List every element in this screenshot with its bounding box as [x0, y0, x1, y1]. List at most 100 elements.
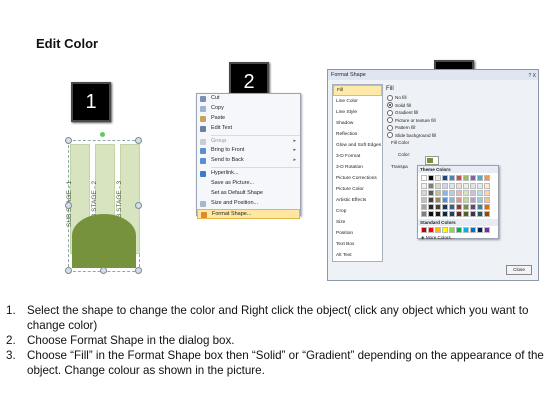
color-swatch[interactable] — [484, 204, 490, 210]
color-swatch[interactable] — [456, 197, 462, 203]
category-item[interactable]: Reflection — [333, 129, 382, 140]
menu-item-send-to-back[interactable]: Send to Back ▸ — [197, 156, 300, 166]
menu-item-edit-text[interactable]: Edit Text — [197, 124, 300, 134]
color-swatch[interactable] — [435, 190, 441, 196]
category-item[interactable]: Crop — [333, 206, 382, 217]
category-item[interactable]: Size — [333, 217, 382, 228]
color-swatch[interactable] — [484, 197, 490, 203]
category-fill[interactable]: Fill — [333, 85, 382, 96]
resize-handle[interactable] — [65, 202, 72, 209]
color-swatch[interactable] — [421, 211, 427, 217]
color-swatch[interactable] — [463, 190, 469, 196]
radio-solid-fill[interactable]: Solid fill — [384, 102, 534, 110]
color-swatch[interactable] — [442, 175, 448, 181]
radio-slide-background-fill[interactable]: Slide background fill — [384, 132, 534, 140]
color-swatch[interactable] — [477, 204, 483, 210]
color-swatch[interactable] — [449, 190, 455, 196]
color-swatch[interactable] — [435, 211, 441, 217]
color-swatch[interactable] — [428, 190, 434, 196]
color-swatch[interactable] — [421, 227, 427, 233]
radio-button[interactable] — [387, 124, 393, 131]
color-swatch[interactable] — [435, 204, 441, 210]
color-swatch[interactable] — [463, 183, 469, 189]
resize-handle[interactable] — [135, 202, 142, 209]
radio-no-fill[interactable]: No fill — [384, 94, 534, 102]
color-swatch[interactable] — [477, 211, 483, 217]
close-button[interactable]: Close — [506, 265, 532, 275]
menu-item-hyperlink[interactable]: Hyperlink... — [197, 169, 300, 179]
color-swatch[interactable] — [435, 227, 441, 233]
color-swatch[interactable] — [477, 175, 483, 181]
resize-handle[interactable] — [135, 267, 142, 274]
color-swatch[interactable] — [428, 197, 434, 203]
color-swatch[interactable] — [435, 183, 441, 189]
color-swatch[interactable] — [449, 211, 455, 217]
color-swatch[interactable] — [470, 211, 476, 217]
category-item[interactable]: Alt Text — [333, 250, 382, 261]
color-swatch[interactable] — [421, 204, 427, 210]
category-item[interactable]: Text Box — [333, 239, 382, 250]
color-swatch[interactable] — [428, 227, 434, 233]
menu-item-cut[interactable]: Cut — [197, 94, 300, 104]
color-swatch[interactable] — [442, 204, 448, 210]
resize-handle[interactable] — [65, 267, 72, 274]
category-item[interactable]: Picture Color — [333, 184, 382, 195]
color-swatch[interactable] — [449, 197, 455, 203]
color-swatch[interactable] — [463, 204, 469, 210]
color-swatch[interactable] — [442, 183, 448, 189]
category-item[interactable]: Line Color — [333, 96, 382, 107]
color-swatch[interactable] — [484, 175, 490, 181]
color-swatch[interactable] — [449, 227, 455, 233]
category-item[interactable]: Picture Corrections — [333, 173, 382, 184]
radio-pattern-fill[interactable]: Pattern fill — [384, 124, 534, 132]
color-swatch[interactable] — [449, 183, 455, 189]
menu-item-bring-to-front[interactable]: Bring to Front ▸ — [197, 146, 300, 156]
color-swatch[interactable] — [428, 183, 434, 189]
dialog-window-controls[interactable]: ? X — [528, 71, 536, 81]
category-item[interactable]: Shadow — [333, 118, 382, 129]
resize-handle[interactable] — [65, 137, 72, 144]
selected-shape[interactable]: SUB STAGE - 1 SUB STAGE - 2 SUB STAGE - … — [65, 132, 142, 274]
color-swatch[interactable] — [470, 190, 476, 196]
color-swatch[interactable] — [421, 183, 427, 189]
color-swatch[interactable] — [477, 197, 483, 203]
menu-item-copy[interactable]: Copy — [197, 104, 300, 114]
color-swatch[interactable] — [442, 190, 448, 196]
color-swatch[interactable] — [442, 197, 448, 203]
color-swatch[interactable] — [449, 204, 455, 210]
resize-handle[interactable] — [135, 137, 142, 144]
color-swatch[interactable] — [477, 227, 483, 233]
color-swatch[interactable] — [456, 175, 462, 181]
color-swatch[interactable] — [463, 227, 469, 233]
color-swatch[interactable] — [435, 175, 441, 181]
color-swatch[interactable] — [456, 190, 462, 196]
color-swatch[interactable] — [442, 211, 448, 217]
color-swatch[interactable] — [456, 183, 462, 189]
category-item[interactable]: Position — [333, 228, 382, 239]
radio-gradient-fill[interactable]: Gradient fill — [384, 109, 534, 117]
radio-button[interactable] — [387, 132, 393, 139]
color-swatch[interactable] — [428, 175, 434, 181]
color-swatch[interactable] — [456, 204, 462, 210]
color-swatch[interactable] — [484, 227, 490, 233]
color-swatch[interactable] — [463, 197, 469, 203]
category-item[interactable]: 3-D Rotation — [333, 162, 382, 173]
radio-button[interactable] — [387, 117, 393, 124]
resize-handle[interactable] — [100, 267, 107, 274]
color-swatch[interactable] — [463, 175, 469, 181]
color-swatch[interactable] — [456, 227, 462, 233]
color-swatch[interactable] — [421, 197, 427, 203]
menu-item-group[interactable]: Group ▸ — [197, 137, 300, 147]
radio-button[interactable] — [387, 109, 393, 116]
rotation-handle[interactable] — [100, 132, 105, 137]
category-item[interactable]: Artistic Effects — [333, 195, 382, 206]
radio-button[interactable] — [387, 94, 393, 101]
menu-item-format-shape[interactable]: Format Shape... — [197, 208, 300, 219]
menu-item-set-default-shape[interactable]: Set as Default Shape — [197, 189, 300, 199]
category-item[interactable]: Line Style — [333, 107, 382, 118]
color-swatch[interactable] — [428, 204, 434, 210]
radio-picture-fill[interactable]: Picture or texture fill — [384, 117, 534, 125]
category-item[interactable]: 3-D Format — [333, 151, 382, 162]
color-swatch[interactable] — [477, 183, 483, 189]
color-swatch[interactable] — [470, 227, 476, 233]
